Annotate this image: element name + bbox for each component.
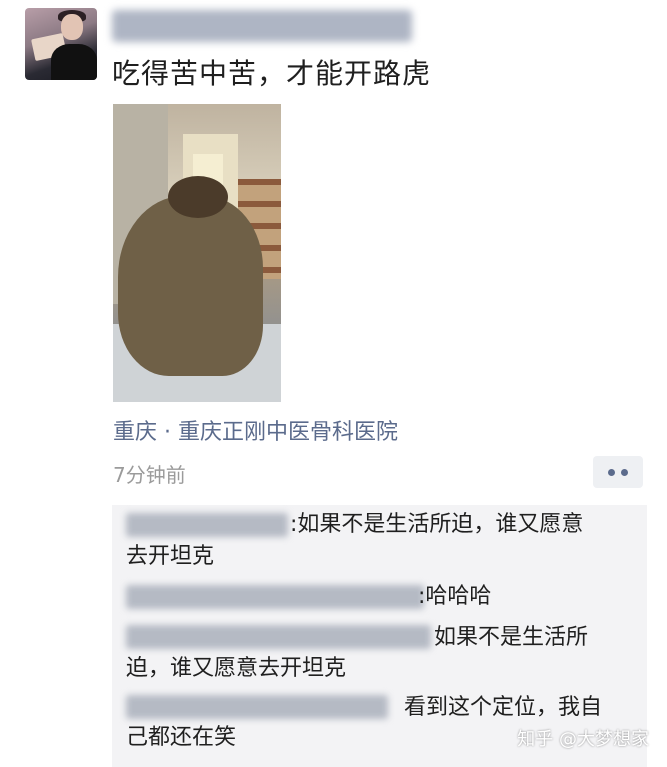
comment-text: :哈哈哈: [418, 584, 492, 609]
commenter-name-redacted[interactable]: [126, 585, 424, 609]
commenter-name-redacted[interactable]: [126, 695, 388, 719]
location-link[interactable]: 重庆 · 重庆正刚中医骨科医院: [113, 414, 398, 446]
photo-head: [168, 176, 228, 218]
comment-text: 如果不是生活所: [434, 625, 589, 650]
post-text: 吃得苦中苦，才能开路虎: [112, 57, 432, 90]
commenter-name-redacted[interactable]: [126, 513, 288, 537]
photo-person: [118, 196, 263, 376]
more-dots-icon[interactable]: [593, 456, 643, 488]
watermark: 知乎 @大梦想家: [517, 729, 649, 750]
comment-text: 去开坦克: [126, 544, 215, 569]
comment-text: 迫，谁又愿意去开坦克: [126, 656, 347, 681]
comment-text: 看到这个定位，我自: [404, 695, 603, 720]
avatar-body: [51, 44, 97, 80]
comment-text: 己都还在笑: [126, 725, 237, 750]
commenter-name-redacted[interactable]: [126, 625, 431, 649]
comment-text: :如果不是生活所迫，谁又愿意: [290, 512, 584, 537]
post-photo[interactable]: [113, 104, 281, 402]
dot: [608, 468, 615, 476]
avatar[interactable]: [25, 8, 97, 80]
timestamp: 7分钟前: [113, 463, 186, 487]
dot: [621, 468, 628, 476]
username-redacted[interactable]: [112, 10, 412, 42]
avatar-face: [61, 14, 83, 40]
